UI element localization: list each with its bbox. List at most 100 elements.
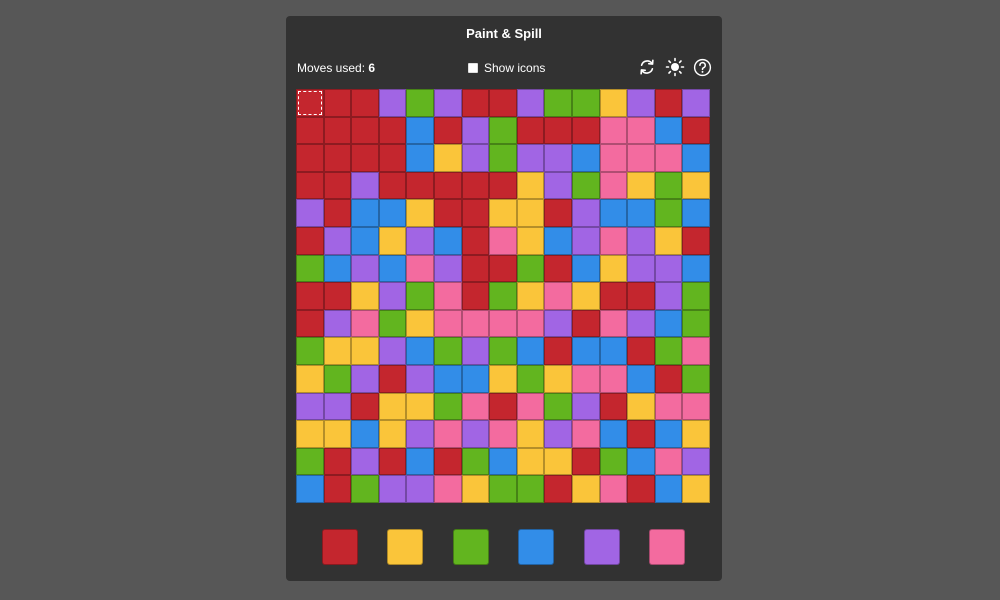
board-cell: [544, 475, 572, 503]
board-cell: [406, 364, 434, 393]
board-cell: [544, 364, 572, 393]
board-cell: [296, 226, 324, 255]
board-cell: [296, 364, 324, 393]
board-cell: [461, 282, 490, 310]
restart-icon: [640, 59, 654, 75]
board-cell: [627, 420, 655, 448]
board-cell: [489, 89, 517, 117]
board-cell: [544, 116, 572, 145]
board-cell: [627, 199, 655, 227]
board-cell: [654, 226, 683, 255]
board-cell: [461, 420, 490, 448]
board-cell: [654, 171, 683, 200]
game-board: [296, 89, 710, 503]
board-cell: [406, 226, 434, 255]
board-cell: [516, 309, 545, 338]
color-swatch-purple[interactable]: [583, 529, 620, 565]
board-cell: [654, 199, 683, 227]
color-swatch-red[interactable]: [322, 529, 358, 565]
board-cell: [489, 309, 517, 338]
board-cell: [516, 282, 545, 310]
color-swatch-green[interactable]: [452, 529, 489, 565]
show-icons-toggle[interactable]: Show icons: [468, 61, 545, 75]
board-cell: [654, 337, 683, 365]
color-swatch-blue[interactable]: [518, 529, 555, 565]
board-cell: [599, 392, 628, 421]
board-cell: [489, 447, 517, 476]
board-cell: [599, 420, 628, 448]
board-cell: [378, 89, 407, 117]
board-cell: [516, 475, 545, 503]
board-cell: [516, 337, 545, 365]
board-cell: [682, 309, 710, 338]
color-swatch-pink[interactable]: [649, 529, 685, 565]
board-cell: [544, 144, 572, 172]
board-cell: [544, 89, 572, 117]
board-cell: [351, 420, 379, 448]
board-cell: [433, 337, 462, 365]
board-cell: [544, 309, 572, 338]
board-cell: [682, 447, 710, 476]
board-cell: [406, 89, 434, 117]
board-cell: [489, 199, 517, 227]
board-cell: [323, 282, 352, 310]
help-button[interactable]: [691, 56, 713, 78]
board-cell: [682, 254, 710, 283]
board-cell: [682, 116, 710, 145]
board-cell: [516, 254, 545, 283]
board-cell: [599, 309, 628, 338]
board-cell: [296, 337, 324, 365]
board-cell: [682, 144, 710, 172]
board-cell: [599, 447, 628, 476]
board-cell: [296, 89, 324, 117]
board-cell: [378, 309, 407, 338]
board-cell: [654, 309, 683, 338]
board-cell: [296, 144, 324, 172]
board-cell: [323, 254, 352, 283]
board-cell: [433, 309, 462, 338]
board-cell: [351, 116, 379, 145]
board-cell: [351, 364, 379, 393]
restart-button[interactable]: [636, 56, 658, 78]
board-cell: [296, 199, 324, 227]
board-cell: [351, 392, 379, 421]
board-cell: [296, 309, 324, 338]
board-cell: [433, 254, 462, 283]
board-cell: [627, 337, 655, 365]
board-cell: [599, 116, 628, 145]
board-cell: [351, 226, 379, 255]
show-icons-checkbox[interactable]: [468, 63, 478, 73]
board-cell: [571, 89, 600, 117]
board-cell: [627, 447, 655, 476]
board-cell: [599, 144, 628, 172]
board-cell: [544, 282, 572, 310]
board-cell: [433, 475, 462, 503]
board-cell: [516, 171, 545, 200]
board-cell: [461, 392, 490, 421]
board-cell: [406, 199, 434, 227]
board-cell: [433, 89, 462, 117]
help-icon: [693, 58, 711, 76]
board-cell: [296, 475, 324, 503]
board-cell: [433, 420, 462, 448]
board-cell: [323, 171, 352, 200]
board-cell: [599, 337, 628, 365]
board-cell: [599, 89, 628, 117]
board-cell: [544, 199, 572, 227]
board-cell: [654, 89, 683, 117]
board-cell: [461, 199, 490, 227]
board-cell: [682, 475, 710, 503]
color-swatch-yellow[interactable]: [387, 529, 424, 565]
board-cell: [378, 144, 407, 172]
board-cell: [654, 392, 683, 421]
board-cell: [654, 282, 683, 310]
theme-button[interactable]: [664, 56, 686, 78]
board-cell: [433, 447, 462, 476]
board-cell: [323, 447, 352, 476]
board-cell: [599, 226, 628, 255]
board-cell: [351, 171, 379, 200]
board-cell: [323, 116, 352, 145]
board-cell: [323, 89, 352, 117]
board-cell: [406, 447, 434, 476]
board-cell: [599, 475, 628, 503]
